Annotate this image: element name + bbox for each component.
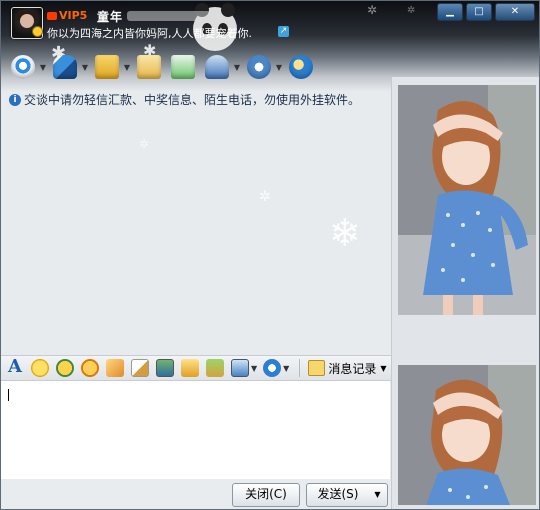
remote-assist-icon — [205, 55, 229, 79]
info-icon: i — [9, 93, 21, 106]
share-icon — [289, 55, 313, 79]
vip-badge[interactable]: VIP5 — [47, 9, 87, 22]
text-caret — [8, 389, 9, 401]
self-photo — [398, 365, 536, 505]
dropdown-arrow-icon: ▼ — [123, 63, 130, 72]
dropdown-arrow-icon: ▼ — [233, 63, 240, 72]
window-controls: ▁ □ ✕ — [434, 3, 535, 21]
message-record-label: 消息记录 — [328, 361, 377, 376]
contact-self-image[interactable] — [398, 365, 536, 505]
divider — [299, 359, 301, 377]
dropdown-arrow-icon: ▼ — [81, 63, 88, 72]
action-bar: 关闭(C) 发送(S) ▼ — [1, 479, 391, 509]
close-button[interactable]: 关闭(C) — [232, 483, 300, 507]
chevron-down-icon: ▼ — [380, 363, 387, 373]
snowflake-icon: ✲ — [139, 137, 150, 151]
file-transfer-button[interactable]: ▼ — [93, 53, 130, 81]
snowflake-icon: ❄ — [329, 211, 361, 255]
remote-assist-button[interactable]: ▼ — [203, 53, 240, 81]
video-call-button[interactable]: ▼ — [9, 53, 46, 81]
video-call-icon — [11, 55, 35, 79]
contact-nickname[interactable]: 童年 — [97, 8, 123, 25]
dropdown-arrow-icon: ▼ — [39, 63, 46, 72]
contact-photo — [398, 85, 536, 315]
chat-history[interactable]: i 交谈中请勿轻信汇款、中奖信息、陌生电话，勿使用外挂软件。 ❄ ✲ ✲ — [1, 91, 391, 355]
image-icon[interactable] — [156, 359, 174, 377]
sms-icon — [137, 55, 161, 79]
skype-dropdown-icon[interactable]: ▼ — [283, 364, 289, 373]
voice-message-icon[interactable] — [106, 359, 124, 377]
voice-call-icon — [53, 55, 77, 79]
share-button[interactable] — [287, 53, 315, 81]
dropdown-arrow-icon: ▼ — [275, 63, 282, 72]
snowflake-icon: ✲ — [407, 5, 416, 16]
snowflake-icon: ✲ — [367, 3, 378, 17]
sms-button[interactable] — [135, 53, 163, 81]
message-record-icon — [308, 360, 326, 376]
send-options-button[interactable]: ▼ — [368, 483, 388, 507]
font-icon[interactable]: A — [6, 357, 24, 379]
main-toolbar: ▼ ▼ ▼ ▼ ▼ — [9, 53, 321, 81]
send-button[interactable]: 发送(S) — [306, 483, 370, 507]
send-emoticon-icon[interactable] — [181, 359, 199, 377]
chevron-down-icon: ▼ — [374, 490, 381, 499]
settings-button[interactable]: ▼ — [245, 53, 282, 81]
format-toolbar: A ▼ ▼ 消息记录 ▼ — [1, 355, 391, 381]
settings-icon — [247, 55, 271, 79]
scribble-icon[interactable] — [131, 359, 149, 377]
message-input[interactable] — [1, 381, 390, 479]
minimize-button[interactable]: ▁ — [437, 3, 463, 21]
chat-window: ✱ ✱ ✲ ✲ VIP5 童年 你以为四海之内皆你妈阿,人人都要宠着你. ↗ ▁… — [0, 0, 540, 510]
file-transfer-icon — [95, 55, 119, 79]
crown-icon — [47, 12, 57, 20]
magic-emoticon-icon[interactable] — [56, 359, 74, 377]
voice-call-button[interactable]: ▼ — [51, 53, 88, 81]
contact-signature: 你以为四海之内皆你妈阿,人人都要宠着你. — [47, 27, 252, 40]
snowflake-icon: ✲ — [259, 189, 271, 205]
vip-label: VIP5 — [59, 9, 88, 22]
gift-icon[interactable] — [206, 359, 224, 377]
add-app-icon — [171, 55, 195, 79]
shake-icon[interactable] — [81, 359, 99, 377]
maximize-button[interactable]: □ — [466, 3, 492, 21]
contact-show-image[interactable] — [398, 85, 536, 315]
status-icon — [32, 26, 43, 37]
screenshot-icon[interactable] — [231, 359, 249, 377]
contact-show-panel — [391, 77, 539, 509]
blurred-id — [127, 11, 217, 21]
close-window-button[interactable]: ✕ — [495, 3, 535, 21]
add-app-button[interactable] — [169, 53, 197, 81]
security-notice: i 交谈中请勿轻信汇款、中奖信息、陌生电话，勿使用外挂软件。 — [9, 91, 360, 108]
security-notice-text: 交谈中请勿轻信汇款、中奖信息、陌生电话，勿使用外挂软件。 — [24, 93, 361, 107]
emoji-icon[interactable] — [31, 359, 49, 377]
message-record-button[interactable]: 消息记录 ▼ — [308, 360, 386, 377]
skype-icon[interactable] — [263, 359, 282, 377]
screenshot-dropdown-icon[interactable]: ▼ — [251, 364, 257, 373]
signature-share-icon[interactable]: ↗ — [278, 26, 289, 37]
